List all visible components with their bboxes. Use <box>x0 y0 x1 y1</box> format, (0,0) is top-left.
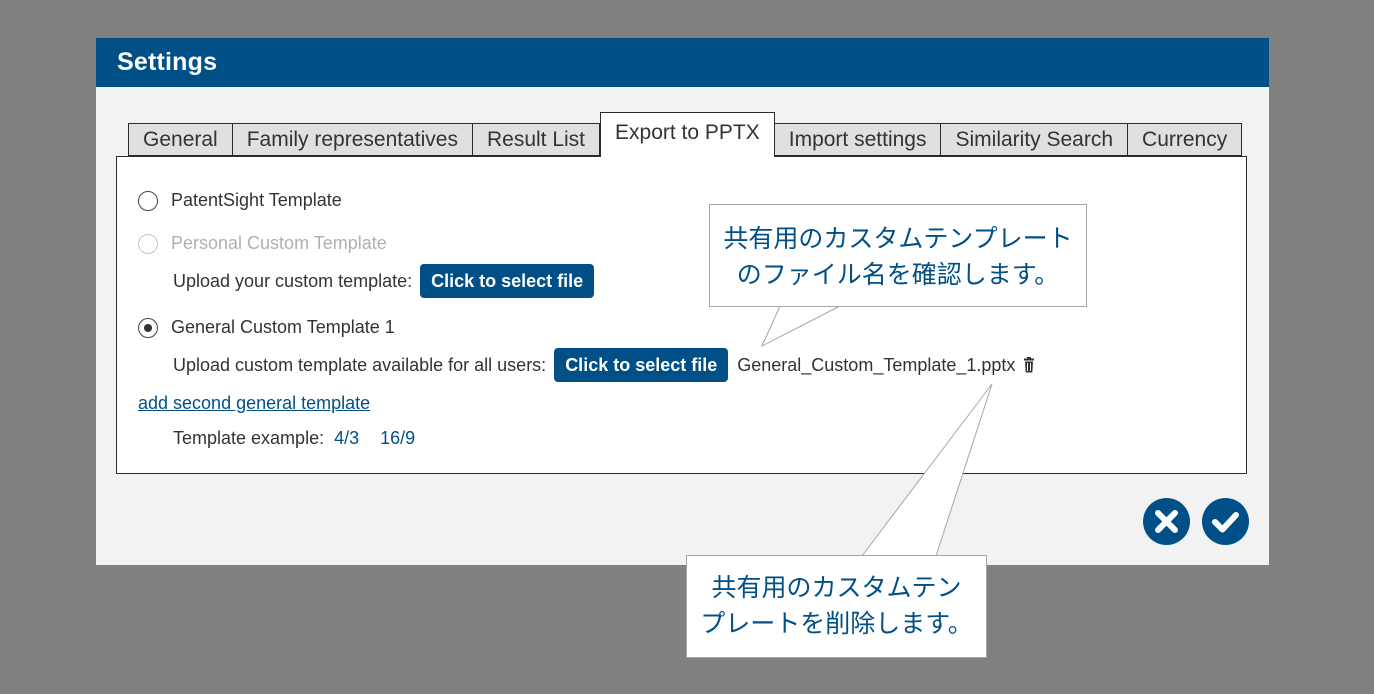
tab-bar: General Family representatives Result Li… <box>128 112 1243 157</box>
upload-personal-label: Upload your custom template: <box>173 270 413 291</box>
radio-personal-template <box>138 233 158 254</box>
confirm-button[interactable] <box>1202 498 1249 545</box>
radio-general-template[interactable] <box>138 317 158 338</box>
delete-callout-line1: 共有用のカスタムテン <box>711 573 962 602</box>
add-second-template-row: add second general template <box>138 393 370 414</box>
delete-callout-line2: プレートを削除します。 <box>700 609 973 638</box>
cancel-button[interactable] <box>1143 498 1190 545</box>
tab-family-representatives[interactable]: Family representatives <box>232 123 473 156</box>
general-template-filename: General_Custom_Template_1.pptx <box>737 354 1016 375</box>
option-general-label: General Custom Template 1 <box>171 317 395 337</box>
select-personal-file-button[interactable]: Click to select file <box>420 264 595 298</box>
option-patentsight-row[interactable]: PatentSight Template <box>138 190 342 211</box>
template-example-label: Template example: <box>173 428 325 448</box>
add-second-general-template-link[interactable]: add second general template <box>138 393 370 414</box>
upload-general-label: Upload custom template available for all… <box>173 354 547 375</box>
tab-general[interactable]: General <box>128 123 233 156</box>
filename-callout-line1: 共有用のカスタムテンプレート <box>723 224 1073 253</box>
template-example-row: Template example: 4/3 16/9 <box>173 428 415 449</box>
tab-similarity-search[interactable]: Similarity Search <box>941 123 1129 156</box>
radio-selected-dot <box>144 323 152 332</box>
tab-import-settings[interactable]: Import settings <box>774 123 942 156</box>
option-patentsight-label: PatentSight Template <box>171 190 342 210</box>
example-4-3-link[interactable]: 4/3 <box>334 428 359 449</box>
select-general-file-button[interactable]: Click to select file <box>554 348 729 382</box>
option-personal-row: Personal Custom Template <box>138 233 387 254</box>
option-general-row[interactable]: General Custom Template 1 <box>138 317 395 338</box>
tab-result-list[interactable]: Result List <box>472 123 601 156</box>
delete-callout: 共有用のカスタムテン プレートを削除します。 <box>686 555 987 658</box>
trash-icon[interactable] <box>1023 357 1035 373</box>
option-personal-label: Personal Custom Template <box>171 233 387 253</box>
close-icon <box>1155 510 1178 533</box>
radio-patentsight-template[interactable] <box>138 190 158 211</box>
example-16-9-link[interactable]: 16/9 <box>380 428 415 449</box>
tab-export-to-pptx[interactable]: Export to PPTX <box>600 112 775 157</box>
check-icon <box>1212 512 1239 533</box>
upload-personal-row: Upload your custom template: Click to se… <box>173 264 595 298</box>
dialog-title: Settings <box>96 38 1269 87</box>
settings-dialog: Settings General Family representatives … <box>96 38 1269 565</box>
tab-currency[interactable]: Currency <box>1128 123 1243 156</box>
filename-callout-line2: のファイル名を確認します。 <box>736 260 1060 289</box>
filename-callout: 共有用のカスタムテンプレート のファイル名を確認します。 <box>709 204 1087 307</box>
upload-general-row: Upload custom template available for all… <box>173 348 1035 382</box>
